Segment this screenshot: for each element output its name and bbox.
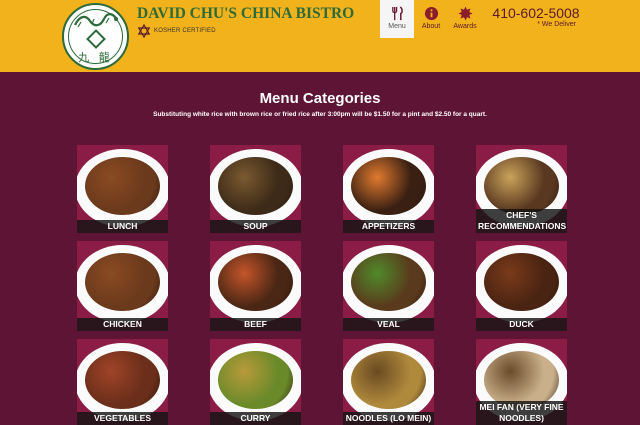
nav-menu-label: Menu <box>388 23 406 30</box>
category-tile-veal[interactable]: VEAL <box>343 241 434 331</box>
category-label: DUCK <box>476 318 567 331</box>
category-label: APPETIZERS <box>343 220 434 233</box>
category-label: CHICKEN <box>77 318 168 331</box>
nav-about[interactable]: About <box>414 0 448 38</box>
category-label: MEI FAN (VERY FINE NOODLES) <box>476 401 567 425</box>
category-tile-chef-s-recommendations[interactable]: CHEF'S RECOMMENDATIONS <box>476 145 567 233</box>
category-label: CHEF'S RECOMMENDATIONS <box>476 209 567 233</box>
food <box>218 351 293 409</box>
food <box>484 253 559 311</box>
category-tile-beef[interactable]: BEEF <box>210 241 301 331</box>
site-header: 九 龍 DAVID CHU'S CHINA BISTRO KOSHER CERT… <box>0 0 640 72</box>
utensils-icon <box>391 6 403 21</box>
award-icon <box>457 6 473 21</box>
food <box>85 253 160 311</box>
food <box>85 351 160 409</box>
category-label: BEEF <box>210 318 301 331</box>
delivery-note: * We Deliver <box>537 21 576 28</box>
brand-name[interactable]: DAVID CHU'S CHINA BISTRO <box>137 5 354 23</box>
logo[interactable]: 九 龍 <box>62 3 129 70</box>
category-label: VEAL <box>343 318 434 331</box>
nav-about-label: About <box>421 23 441 30</box>
food <box>218 157 293 215</box>
nav-awards[interactable]: Awards <box>448 0 482 38</box>
kosher-label: KOSHER CERTIFIED <box>154 28 216 34</box>
category-label: SOUP <box>210 220 301 233</box>
category-label: LUNCH <box>77 220 168 233</box>
category-label: VEGETABLES <box>77 412 168 425</box>
logo-glyphs: 九 龍 <box>78 51 113 64</box>
category-label: CURRY <box>210 412 301 425</box>
page-title: Menu Categories <box>259 90 381 107</box>
food <box>218 253 293 311</box>
food <box>85 157 160 215</box>
rice-substitution-note: Substituting white rice with brown rice … <box>153 111 487 118</box>
phone-number[interactable]: 410-602-5008 <box>488 5 584 21</box>
kosher-badge: KOSHER CERTIFIED <box>137 24 216 38</box>
food <box>351 157 426 215</box>
category-tile-mei-fan-very-fine-noodles[interactable]: MEI FAN (VERY FINE NOODLES) <box>476 339 567 425</box>
category-tile-lunch[interactable]: LUNCH <box>77 145 168 233</box>
nav-awards-label: Awards <box>453 23 477 30</box>
category-label: NOODLES (LO MEIN) <box>343 412 434 425</box>
category-tile-soup[interactable]: SOUP <box>210 145 301 233</box>
food <box>351 351 426 409</box>
category-tile-noodles-lo-mein[interactable]: NOODLES (LO MEIN) <box>343 339 434 425</box>
food <box>484 157 559 215</box>
category-tile-chicken[interactable]: CHICKEN <box>77 241 168 331</box>
category-tile-curry[interactable]: CURRY <box>210 339 301 425</box>
category-tile-appetizers[interactable]: APPETIZERS <box>343 145 434 233</box>
category-tile-duck[interactable]: DUCK <box>476 241 567 331</box>
star-of-david-icon <box>137 24 151 38</box>
nav-menu[interactable]: Menu <box>380 0 414 38</box>
food <box>351 253 426 311</box>
info-icon <box>424 6 438 21</box>
category-tile-vegetables[interactable]: VEGETABLES <box>77 339 168 425</box>
